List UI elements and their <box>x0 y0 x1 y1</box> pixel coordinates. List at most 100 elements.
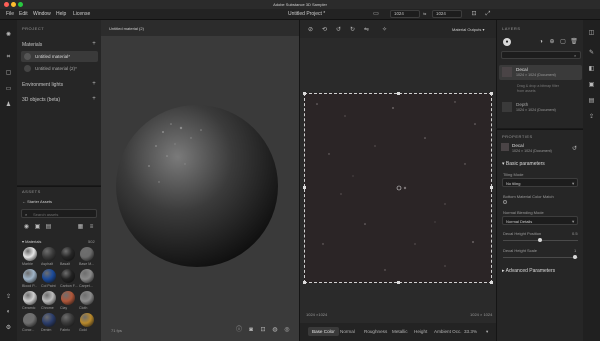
image-icon[interactable]: ▣ <box>587 80 596 89</box>
filter-images-icon[interactable]: ▣ <box>34 223 41 230</box>
screenshot-3d-icon[interactable]: ⊡ <box>259 326 267 334</box>
magic-wand-icon[interactable]: ✧ <box>380 25 389 34</box>
document-icon[interactable]: ▭ <box>372 10 380 18</box>
resize-handle[interactable] <box>490 186 493 189</box>
frame-icon[interactable]: ▢ <box>4 68 13 77</box>
resolution-dropdown-2[interactable]: 1024 <box>432 10 462 18</box>
rotate-right-icon[interactable]: ↻ <box>348 25 357 34</box>
add-layer-icon[interactable]: ⊕ <box>548 38 556 46</box>
normal-blending-dropdown[interactable]: Normal Details ▾ <box>502 216 578 225</box>
file-icon[interactable]: ▤ <box>587 96 596 105</box>
resize-handle[interactable] <box>397 281 400 284</box>
layer-item-depth[interactable]: Depth 1024 × 1024 (Document) <box>499 100 582 115</box>
user-icon[interactable]: ♟ <box>4 100 13 109</box>
breadcrumb[interactable]: ← Starter Assets <box>22 199 52 204</box>
brush-icon[interactable]: ✎ <box>587 48 596 57</box>
bottom-color-toggle[interactable] <box>503 200 507 204</box>
mask-icon[interactable]: ▭ <box>4 84 13 93</box>
asset-swatch[interactable]: Cloth <box>79 291 96 312</box>
category-row[interactable]: ▾ Materials <box>22 239 41 244</box>
environment-icon[interactable]: ◎ <box>283 326 291 334</box>
asset-swatch[interactable]: Asphalt <box>41 247 58 268</box>
camera-icon[interactable]: ◙ <box>247 326 255 334</box>
asset-swatch[interactable]: Gold <box>79 313 96 334</box>
menu-license[interactable]: License <box>73 11 90 17</box>
group-layer-icon[interactable]: ▢ <box>559 38 567 46</box>
tab-metallic[interactable]: Metallic <box>392 329 408 334</box>
menu-edit[interactable]: Edit <box>19 11 28 17</box>
asset-search-input[interactable]: ⌕ Search assets <box>21 209 97 218</box>
list-view-icon[interactable]: ≡ <box>88 223 95 230</box>
add-material-icon[interactable]: + <box>91 41 97 47</box>
asset-swatch[interactable]: Blood P... <box>22 269 39 290</box>
delete-layer-icon[interactable]: 🗑 <box>570 38 578 46</box>
crop-icon[interactable]: ⌗ <box>4 52 13 61</box>
layer-search-input[interactable]: ⌕ <box>501 51 581 59</box>
fullscreen-icon[interactable]: ⤢ <box>484 10 492 18</box>
mask-layer-icon[interactable]: ◑ <box>537 38 545 46</box>
asset-swatch[interactable]: Clay <box>60 291 77 312</box>
home-icon[interactable]: ✺ <box>4 30 13 39</box>
asset-swatch[interactable]: Ceramic <box>22 291 39 312</box>
crop-tool-icon[interactable]: ⊘ <box>306 25 315 34</box>
resize-handle[interactable] <box>303 92 306 95</box>
asset-swatch[interactable]: Concr... <box>22 313 39 334</box>
resize-handle[interactable] <box>490 92 493 95</box>
drop-zone[interactable]: Drag & drop a bitmap filter from assets <box>505 83 582 97</box>
transform-icon[interactable]: ⟲ <box>320 25 329 34</box>
resolution-dropdown[interactable]: 1024 <box>390 10 420 18</box>
asset-swatch[interactable]: Carpet... <box>79 269 96 290</box>
reset-icon[interactable]: ↺ <box>571 145 578 152</box>
channel-output-dropdown[interactable]: Material Outputs ▾ <box>452 27 485 32</box>
share-icon[interactable]: ⇪ <box>587 112 596 121</box>
asset-swatch[interactable]: Denim <box>41 313 58 334</box>
grid-view-icon[interactable]: ▦ <box>77 223 84 230</box>
asset-swatch[interactable]: Basalt <box>60 247 77 268</box>
asset-swatch[interactable]: Fabric <box>60 313 77 334</box>
menu-file[interactable]: File <box>6 11 14 17</box>
menu-help[interactable]: Help <box>56 11 66 17</box>
tab-ambient-occlusion[interactable]: Ambient Occ. <box>434 329 462 334</box>
palette-icon[interactable]: ◐ <box>4 307 13 316</box>
asset-swatch[interactable]: Carbon F... <box>60 269 78 290</box>
resize-handle[interactable] <box>303 186 306 189</box>
advanced-parameters-section[interactable]: ▸ Advanced Parameters <box>502 268 555 274</box>
chevron-down-icon[interactable]: ▾ <box>486 329 488 335</box>
layers-panel-icon[interactable]: ◫ <box>587 28 596 37</box>
resize-handle[interactable] <box>397 92 400 95</box>
export-icon[interactable]: ⇪ <box>4 292 13 301</box>
adjust-icon[interactable]: ◧ <box>587 64 596 73</box>
material-item-1[interactable]: Untitled material* <box>21 51 98 62</box>
resize-handle[interactable] <box>490 281 493 284</box>
screenshot-icon[interactable]: ⊡ <box>470 10 478 18</box>
tiling-mode-dropdown[interactable]: No tiling ▾ <box>502 178 578 187</box>
slider-knob[interactable] <box>573 255 577 259</box>
visibility-icon[interactable]: ● <box>503 38 511 46</box>
filter-materials-icon[interactable]: ◉ <box>23 223 30 230</box>
resize-handle[interactable] <box>303 281 306 284</box>
viewport-3d[interactable]: Untitled material (2) 71 fps ⓘ ◙ ⊡ ◍ ◎ <box>101 20 299 341</box>
tab-base-color[interactable]: Base Color <box>308 327 339 336</box>
flip-icon[interactable]: ⇋ <box>362 25 371 34</box>
filter-filters-icon[interactable]: ▤ <box>45 223 52 230</box>
add-light-icon[interactable]: + <box>91 81 97 87</box>
zoom-level[interactable]: 33.3% <box>464 329 477 334</box>
material-item-2[interactable]: Untitled material (2)* <box>21 63 98 74</box>
basic-parameters-section[interactable]: ▾ Basic parameters <box>502 161 545 167</box>
asset-swatch[interactable]: Col Paint <box>41 269 58 290</box>
tab-normal[interactable]: Normal <box>340 329 355 334</box>
viewport-2d[interactable]: ⊘ ⟲ ↺ ↻ ⇋ ✧ Material Outputs ▾ 1024 ×102… <box>299 20 497 341</box>
settings-gear-icon[interactable]: ⚙ <box>4 323 13 332</box>
sphere-shape-icon[interactable]: ◍ <box>271 326 279 334</box>
link-resolution-icon[interactable]: ⇆ <box>423 11 426 16</box>
tab-height[interactable]: Height <box>414 329 427 334</box>
asset-swatch[interactable]: Chrome <box>41 291 58 312</box>
menu-window[interactable]: Window <box>33 11 51 17</box>
slider-knob[interactable] <box>538 238 542 242</box>
viewport-3d-tab[interactable]: Untitled material (2) <box>109 26 144 31</box>
texture-canvas[interactable] <box>303 92 493 284</box>
asset-swatch[interactable]: Marble <box>22 247 39 268</box>
tab-roughness[interactable]: Roughness <box>364 329 387 334</box>
info-icon[interactable]: ⓘ <box>235 326 243 334</box>
asset-swatch[interactable]: Base M... <box>79 247 96 268</box>
